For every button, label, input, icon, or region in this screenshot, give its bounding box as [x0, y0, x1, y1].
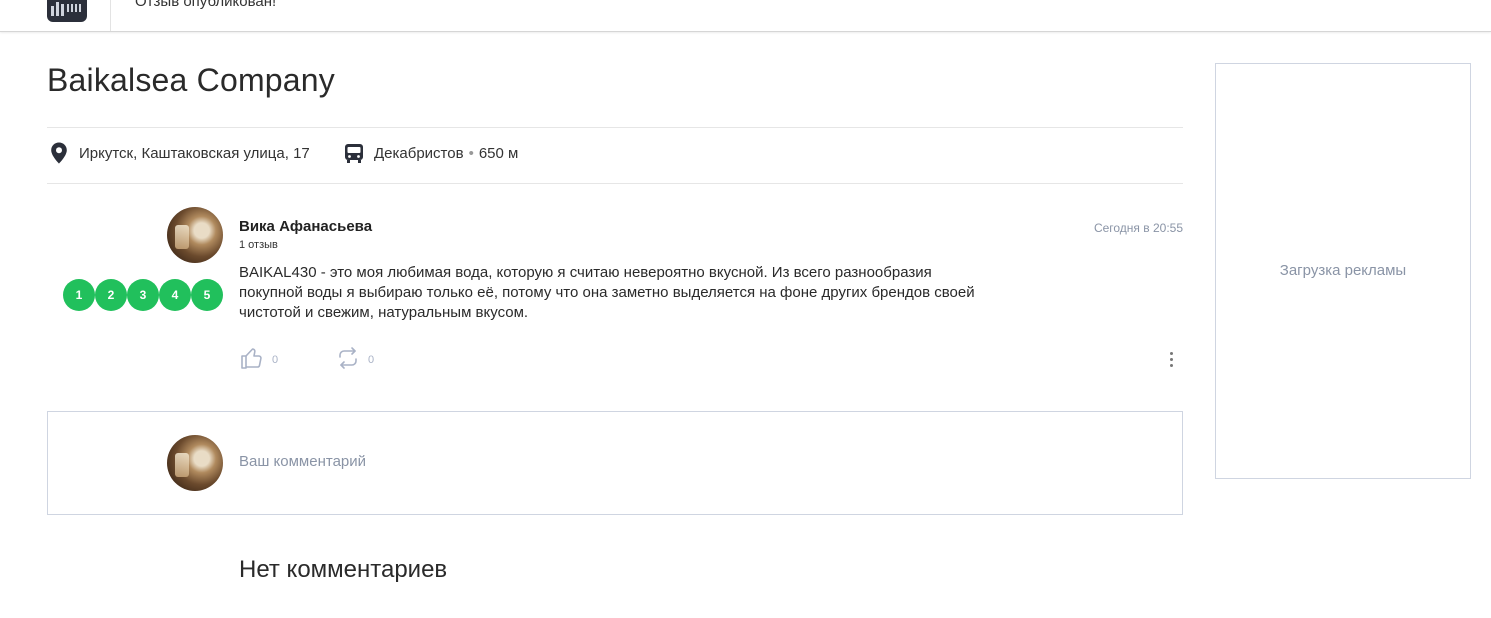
reposts-count: 0: [368, 353, 375, 366]
location-pin-icon: [48, 141, 70, 165]
bus-icon: [343, 141, 365, 165]
user-avatar: [167, 435, 223, 491]
author-avatar[interactable]: [167, 207, 223, 263]
rating-selector: 1 2 3 4 5: [63, 279, 223, 311]
more-options-icon[interactable]: [1160, 346, 1182, 372]
thumbs-up-icon: [240, 346, 264, 373]
divider: [110, 0, 111, 31]
status-message: Отзыв опубликован!: [135, 0, 277, 10]
rating-3[interactable]: 3: [127, 279, 159, 311]
no-comments-text: Нет комментариев: [239, 556, 448, 583]
company-title: Baikalsea Company: [47, 62, 335, 98]
ad-container: Загрузка рекламы: [1215, 63, 1471, 479]
rating-1[interactable]: 1: [63, 279, 95, 311]
comment-input[interactable]: Ваш комментарий: [239, 453, 366, 470]
divider: [47, 183, 1183, 184]
rating-2[interactable]: 2: [95, 279, 127, 311]
review-date: Сегодня в 20:55: [1093, 221, 1183, 235]
separator: •: [468, 144, 474, 162]
likes-count: 0: [272, 353, 279, 366]
transit-stop[interactable]: Декабристов: [374, 145, 464, 162]
author-name[interactable]: Вика Афанасьева: [239, 218, 372, 235]
rating-4[interactable]: 4: [159, 279, 191, 311]
author-review-count: 1 отзыв: [239, 239, 278, 251]
address-row: Иркутск, Каштаковская улица, 17: [48, 141, 310, 165]
transit-row: Декабристов • 650 м: [343, 141, 518, 165]
rating-5[interactable]: 5: [191, 279, 223, 311]
like-button[interactable]: 0: [240, 346, 278, 373]
review-text: BAIKAL430 - это моя любимая вода, котору…: [239, 264, 975, 321]
repost-button[interactable]: 0: [336, 346, 374, 373]
ad-loading-text: Загрузка рекламы: [1279, 262, 1407, 279]
logo[interactable]: [47, 0, 87, 22]
top-bar: Отзыв опубликован!: [0, 0, 1491, 32]
address-text[interactable]: Иркутск, Каштаковская улица, 17: [79, 145, 310, 162]
divider: [47, 127, 1183, 128]
transit-distance: 650 м: [478, 144, 519, 162]
repost-icon: [336, 346, 360, 373]
